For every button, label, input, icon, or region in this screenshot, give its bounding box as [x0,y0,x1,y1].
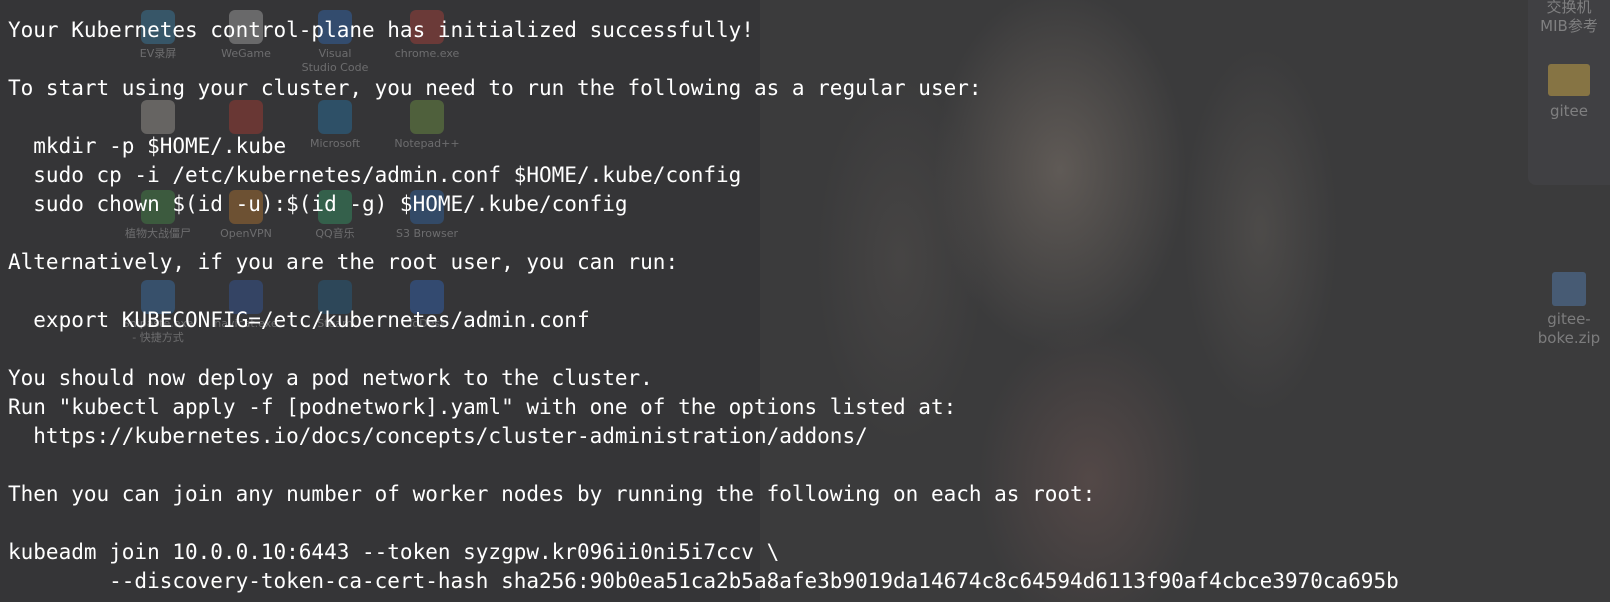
zip-archive-icon [1552,272,1586,306]
desktop-item-label: gitee- [1547,310,1591,328]
terminal-output[interactable]: Your Kubernetes control-plane has initia… [8,16,1399,596]
desktop-item-switch-mib[interactable]: 交换机 MIB参考 [1528,0,1610,36]
terminal-line: To start using your cluster, you need to… [8,76,982,100]
terminal-line: export KUBECONFIG=/etc/kubernetes/admin.… [8,308,590,332]
terminal-line: Then you can join any number of worker n… [8,482,1096,506]
desktop-item-label: boke.zip [1537,329,1601,347]
terminal-line: Your Kubernetes control-plane has initia… [8,18,754,42]
desktop-item-label: MIB参考 [1540,17,1598,35]
terminal-line: sudo chown $(id -u):$(id -g) $HOME/.kube… [8,192,628,216]
terminal-line: mkdir -p $HOME/.kube [8,134,287,158]
terminal-line: Alternatively, if you are the root user,… [8,250,679,274]
desktop-item-label: gitee [1549,102,1589,120]
terminal-line: https://kubernetes.io/docs/concepts/clus… [8,424,868,448]
desktop-item-gitee-folder[interactable]: gitee [1528,64,1610,121]
terminal-line: kubeadm join 10.0.0.10:6443 --token syzg… [8,540,780,564]
terminal-line: You should now deploy a pod network to t… [8,366,653,390]
terminal-line: sudo cp -i /etc/kubernetes/admin.conf $H… [8,163,742,187]
terminal-line: Run "kubectl apply -f [podnetwork].yaml"… [8,395,957,419]
desktop-item-label: 交换机 [1546,0,1592,16]
folder-icon [1548,64,1590,96]
desktop-screen: EV录屏 WeGame Visual Studio Code chrome.exe Mic… [0,0,1610,602]
terminal-line: --discovery-token-ca-cert-hash sha256:90… [8,569,1399,593]
desktop-item-gitee-zip[interactable]: gitee- boke.zip [1528,272,1610,348]
